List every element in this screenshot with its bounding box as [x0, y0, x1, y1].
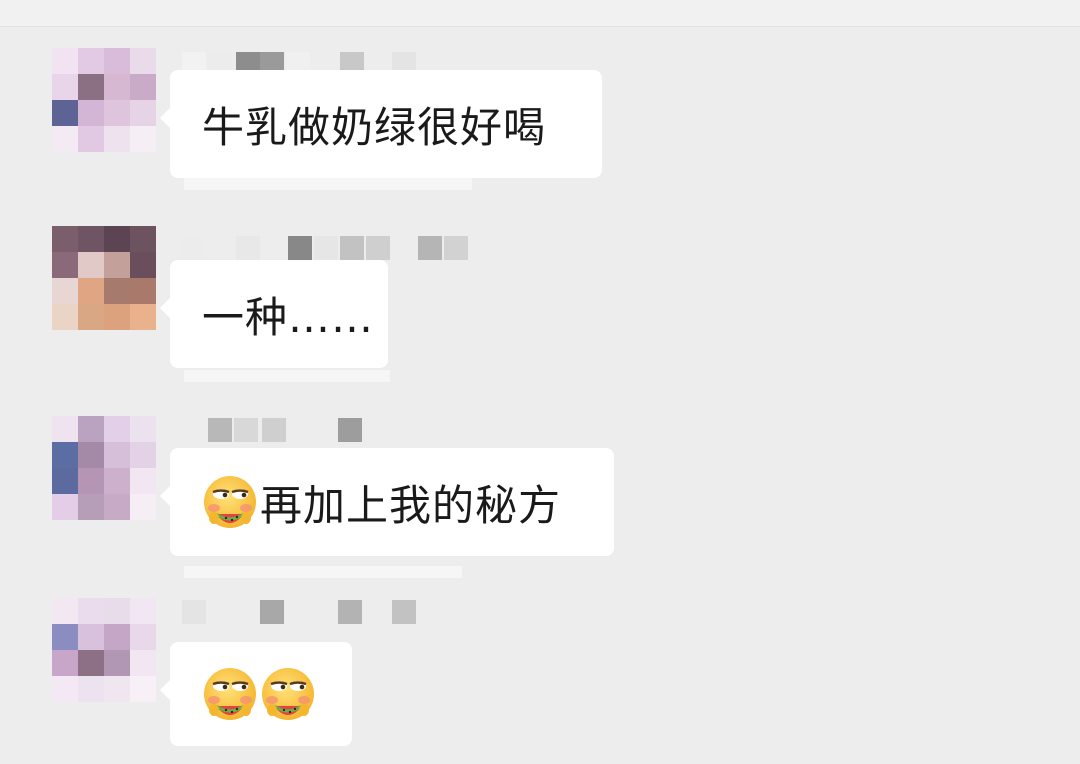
- message-bubble[interactable]: 一种……: [160, 260, 388, 368]
- message-text: 牛乳做奶绿很好喝: [202, 102, 547, 152]
- message-bubble[interactable]: 再加上我的秘方: [160, 448, 614, 556]
- message-bubble[interactable]: 牛乳做奶绿很好喝: [160, 70, 602, 178]
- message-text: 再加上我的秘方: [260, 480, 562, 530]
- bubble-shadow: [184, 566, 462, 578]
- melon-eating-smirk-emoji-icon: [262, 668, 314, 720]
- avatar[interactable]: [52, 416, 156, 520]
- message-text: 一种……: [202, 292, 375, 342]
- chat-view: 牛乳做奶绿很好喝 一种…… 再加上我的秘方: [0, 0, 1080, 764]
- melon-eating-smirk-emoji-icon: [204, 668, 256, 720]
- sender-name: [182, 600, 422, 624]
- bubble-shadow: [184, 178, 472, 190]
- avatar[interactable]: [52, 598, 156, 702]
- sender-name: [180, 236, 470, 260]
- message-bubble[interactable]: [160, 642, 352, 746]
- melon-eating-smirk-emoji-icon: [204, 476, 256, 528]
- bubble-shadow: [184, 370, 390, 382]
- sender-name: [182, 418, 372, 442]
- avatar[interactable]: [52, 226, 156, 330]
- avatar[interactable]: [52, 48, 156, 152]
- top-bar-edge: [0, 0, 1080, 27]
